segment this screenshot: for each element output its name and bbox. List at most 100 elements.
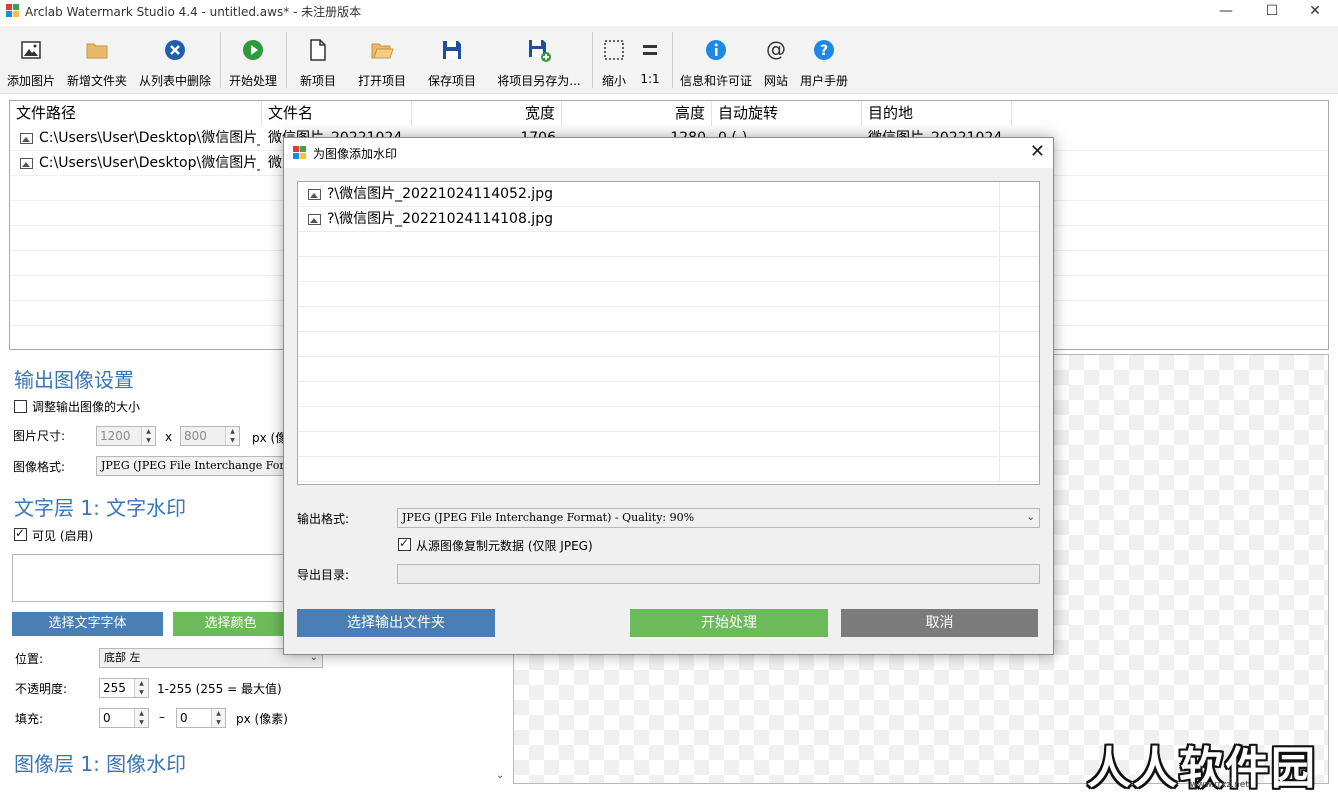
col-header-dest[interactable]: 目的地: [862, 101, 1012, 126]
spin-arrows[interactable]: ▲▼: [141, 427, 155, 445]
list-item-empty: [298, 382, 1039, 407]
position-value: 底部 左: [104, 651, 141, 664]
text-layer-title: 文字层 1: 文字水印: [14, 492, 186, 521]
size-label: 图片尺寸:: [13, 427, 65, 444]
save-icon: [440, 38, 464, 62]
save-project-button[interactable]: 保存项目: [422, 32, 482, 88]
col-header-name[interactable]: 文件名: [262, 101, 412, 126]
padding-x-input[interactable]: 0 ▲▼: [99, 708, 149, 728]
scroll-down-icon[interactable]: ⌄: [496, 770, 504, 781]
format-label: 图像格式:: [13, 458, 65, 475]
col-header-height[interactable]: 高度: [562, 101, 712, 126]
info-license-button[interactable]: 信息和许可证: [677, 32, 755, 88]
output-format-select[interactable]: JPEG (JPEG File Interchange Format) - Qu…: [397, 508, 1040, 528]
list-item[interactable]: ?\微信图片_20221024114052.jpg: [298, 182, 1039, 207]
height-input[interactable]: 800 ▲▼: [180, 426, 240, 446]
output-format-label: 输出格式:: [297, 510, 349, 527]
dialog-title-bar: 为图像添加水印 ✕: [284, 138, 1053, 168]
new-folder-button[interactable]: 新增文件夹: [64, 32, 130, 88]
open-folder-icon: [370, 38, 394, 62]
list-item-empty: [298, 307, 1039, 332]
add-watermark-dialog: 为图像添加水印 ✕ ?\微信图片_20221024114052.jpg ?\微信…: [283, 137, 1054, 655]
spin-arrows[interactable]: ▲▼: [211, 709, 225, 727]
col-header-width[interactable]: 宽度: [412, 101, 562, 126]
watermark-text-input[interactable]: [12, 554, 288, 602]
start-process-button[interactable]: 开始处理: [225, 32, 281, 88]
visible-checkbox[interactable]: [14, 528, 27, 541]
close-window-button[interactable]: ✕: [1292, 0, 1338, 24]
site-watermark-url: www.rrxz.net: [1190, 780, 1249, 790]
info-license-label: 信息和许可证: [677, 72, 755, 89]
choose-output-folder-button[interactable]: 选择输出文件夹: [297, 609, 495, 637]
image-file-icon: [20, 158, 33, 169]
list-item-empty: [298, 257, 1039, 282]
padding-y-value: 0: [180, 711, 188, 725]
remove-from-list-label: 从列表中删除: [136, 72, 214, 89]
maximize-button[interactable]: ☐: [1249, 0, 1295, 24]
folder-icon: [85, 38, 109, 62]
image-file-icon: [20, 133, 33, 144]
toolbar: 添加图片 新增文件夹 从列表中删除 开始处理 新项目 打开项目 保存项目 将项目…: [0, 26, 1338, 94]
image-icon: [19, 38, 43, 62]
cancel-button[interactable]: 取消: [841, 609, 1038, 637]
width-input[interactable]: 1200 ▲▼: [96, 426, 156, 446]
play-icon: [241, 38, 265, 62]
user-manual-label: 用户手册: [796, 72, 852, 89]
image-layer-title: 图像层 1: 图像水印: [14, 748, 186, 777]
height-value: 800: [184, 429, 207, 443]
close-icon[interactable]: ✕: [1030, 141, 1045, 162]
export-dir-label: 导出目录:: [297, 566, 349, 583]
choose-font-button[interactable]: 选择文字字体: [12, 612, 163, 636]
toolbar-separator: [286, 32, 287, 88]
open-project-button[interactable]: 打开项目: [352, 32, 412, 88]
add-image-button[interactable]: 添加图片: [2, 32, 60, 88]
save-project-as-button[interactable]: 将项目另存为...: [494, 32, 584, 88]
equals-icon: [638, 38, 662, 62]
choose-color-button[interactable]: 选择颜色: [173, 612, 288, 636]
export-dir-input[interactable]: [397, 564, 1040, 584]
list-item-empty: [298, 332, 1039, 357]
col-header-rotate[interactable]: 自动旋转: [712, 101, 862, 126]
resize-checkbox[interactable]: [14, 400, 27, 413]
col-header-path[interactable]: 文件路径: [10, 101, 262, 126]
save-project-as-label: 将项目另存为...: [494, 72, 584, 89]
width-value: 1200: [100, 429, 131, 443]
user-manual-button[interactable]: ? 用户手册: [796, 32, 852, 88]
save-as-icon: [527, 38, 551, 62]
list-item-empty: [298, 432, 1039, 457]
list-item-empty: [298, 407, 1039, 432]
file-name: ?\微信图片_20221024114052.jpg: [327, 186, 553, 202]
padding-x-value: 0: [103, 711, 111, 725]
help-icon: ?: [812, 38, 836, 62]
list-item-empty: [298, 282, 1039, 307]
toolbar-separator: [220, 32, 221, 88]
new-project-label: 新项目: [292, 72, 344, 89]
format-select[interactable]: JPEG (JPEG File Interchange Form: [96, 456, 286, 476]
window-title: Arclab Watermark Studio 4.4 - untitled.a…: [25, 3, 361, 20]
zoom-fit-icon: [602, 38, 626, 62]
copy-metadata-checkbox[interactable]: [398, 538, 411, 551]
list-item-empty: [298, 232, 1039, 257]
spin-arrows[interactable]: ▲▼: [134, 709, 148, 727]
svg-text:?: ?: [820, 43, 828, 59]
remove-from-list-button[interactable]: 从列表中删除: [136, 32, 214, 88]
spin-arrows[interactable]: ▲▼: [225, 427, 239, 445]
zoom-1-1-button[interactable]: 1:1: [635, 32, 665, 88]
start-process-dialog-button[interactable]: 开始处理: [630, 609, 828, 637]
remove-icon: [163, 38, 187, 62]
file-name: ?\微信图片_20221024114108.jpg: [327, 211, 553, 227]
new-project-button[interactable]: 新项目: [292, 32, 344, 88]
toolbar-separator: [592, 32, 593, 88]
opacity-input[interactable]: 255▲▼: [99, 678, 149, 698]
resize-label: 调整输出图像的大小: [32, 398, 140, 415]
padding-y-input[interactable]: 0 ▲▼: [176, 708, 226, 728]
open-project-label: 打开项目: [352, 72, 412, 89]
website-button[interactable]: @ 网站: [760, 32, 792, 88]
file-path: C:\Users\User\Desktop\微信图片_...: [39, 130, 260, 146]
list-item-empty: [298, 457, 1039, 482]
app-logo-icon: [293, 146, 307, 160]
minimize-button[interactable]: —: [1203, 0, 1249, 24]
spin-arrows[interactable]: ▲▼: [134, 679, 148, 697]
list-item[interactable]: ?\微信图片_20221024114108.jpg: [298, 207, 1039, 232]
zoom-out-button[interactable]: 缩小: [597, 32, 631, 88]
